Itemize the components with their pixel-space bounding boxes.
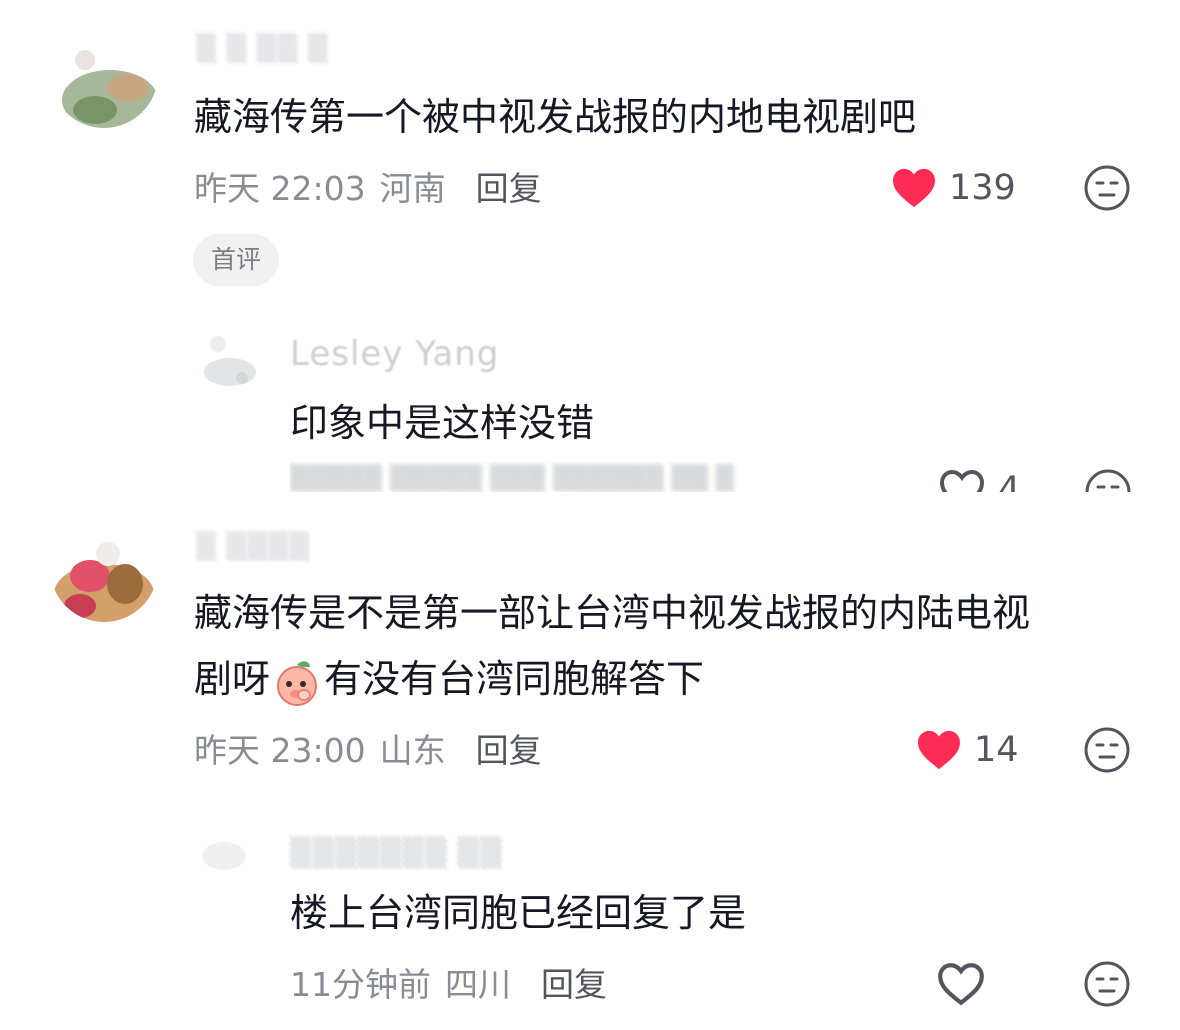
- comment-text-part: 有没有台湾同胞解答下: [324, 657, 705, 701]
- comment-location: 河南: [379, 169, 446, 208]
- reply-text: 印象中是这样没错: [290, 401, 595, 445]
- like-count: 14: [974, 730, 1019, 770]
- username-blurred[interactable]: ▒ ▒▒▒▒: [196, 532, 310, 562]
- comment-text-part: 剧呀: [194, 657, 271, 701]
- avatar[interactable]: [50, 20, 158, 128]
- heart-filled-icon: [918, 730, 960, 770]
- reply-meta: 11分钟前 四川 回复: [290, 958, 607, 1006]
- heart-outline-icon: [938, 963, 984, 1006]
- neutral-face-icon: [1084, 165, 1130, 211]
- neutral-face-icon: [1085, 469, 1131, 492]
- reply-meta-clipped: ▒▒▒▒▒ ▒▒▒▒▒ ▒▒▒ ▒▒▒▒▒▒ ▒▒ ▒ 4: [290, 462, 1170, 492]
- like-button[interactable]: 4: [938, 468, 1020, 492]
- like-count: 4: [998, 470, 1021, 492]
- like-button[interactable]: 14: [916, 726, 1019, 774]
- neutral-face-icon: [1084, 961, 1130, 1007]
- dislike-button[interactable]: [1083, 726, 1131, 774]
- username-blurred[interactable]: ▒ ▒ ▒▒ ▒: [196, 34, 329, 64]
- heart-outline-icon: [939, 469, 985, 492]
- avatar[interactable]: [194, 812, 264, 882]
- reply-button[interactable]: 回复: [476, 162, 542, 210]
- comment-time: 昨天 22:03: [194, 169, 366, 208]
- like-button[interactable]: 139: [891, 164, 1016, 212]
- comment-meta: 昨天 22:03 河南 回复: [194, 162, 542, 210]
- reply-time: 11分钟前: [290, 965, 431, 1004]
- like-button[interactable]: [936, 960, 998, 1008]
- first-comment-badge: 首评: [193, 234, 280, 286]
- avatar[interactable]: [50, 514, 158, 622]
- comment-time: 昨天 23:00: [194, 731, 366, 770]
- avatar[interactable]: [194, 322, 264, 392]
- neutral-face-icon: [1084, 727, 1130, 773]
- reply-button[interactable]: 回复: [476, 724, 542, 772]
- comment-text-line1: 藏海传是不是第一部让台湾中视发战报的内陆电视: [194, 591, 1031, 635]
- comment-meta: 昨天 23:00 山东 回复: [194, 724, 542, 772]
- comment-text: 藏海传第一个被中视发战报的内地电视剧吧: [194, 95, 917, 139]
- dislike-button[interactable]: [1084, 468, 1132, 492]
- peach-emoji-icon: [277, 660, 318, 706]
- heart-filled-icon: [893, 168, 935, 208]
- username-blurred[interactable]: ▒▒▒▒▒▒▒ ▒▒: [290, 836, 503, 869]
- reply-location: 四川: [445, 965, 511, 1004]
- comment-location: 山东: [379, 731, 446, 770]
- reply-meta-blurred: ▒▒▒▒▒ ▒▒▒▒▒ ▒▒▒ ▒▒▒▒▒▒ ▒▒ ▒: [290, 464, 735, 492]
- comment-text-line2: 剧呀 有没有台湾同胞解答下: [194, 646, 704, 712]
- dislike-button[interactable]: [1083, 960, 1131, 1008]
- reply-text: 楼上台湾同胞已经回复了是: [290, 891, 747, 935]
- reply-button[interactable]: 回复: [541, 958, 607, 1006]
- dislike-button[interactable]: [1083, 164, 1131, 212]
- reply-author[interactable]: Lesley Yang: [290, 334, 499, 374]
- like-count: 139: [949, 168, 1016, 208]
